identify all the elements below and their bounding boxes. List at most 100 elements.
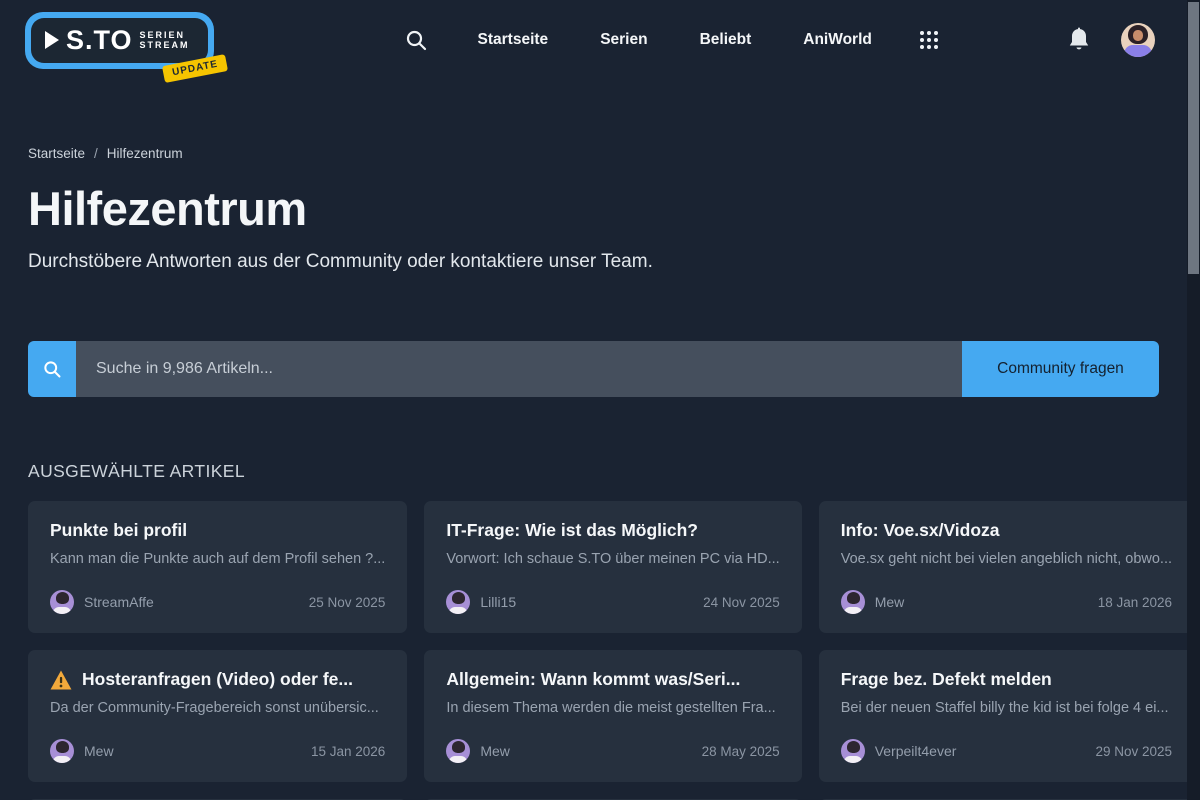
scrollbar-track[interactable] [1187, 0, 1200, 800]
author-avatar-body [449, 756, 467, 763]
article-author: Verpeilt4ever [875, 743, 957, 759]
article-author: StreamAffe [84, 594, 154, 610]
apps-menu-button[interactable] [918, 29, 940, 51]
article-date: 28 May 2025 [702, 744, 780, 759]
author-avatar [446, 590, 470, 614]
logo-subtext: SERIEN STREAM [140, 30, 190, 51]
page-title: Hilfezentrum [28, 181, 1159, 236]
bell-icon [1067, 27, 1091, 53]
warning-icon [50, 670, 72, 690]
article-author: Mew [480, 743, 510, 759]
featured-articles-heading: AUSGEWÄHLTE ARTIKEL [28, 461, 1159, 482]
author-avatar [841, 739, 865, 763]
play-icon [45, 31, 59, 49]
site-logo-inner: S.TO SERIEN STREAM [31, 18, 208, 63]
article-footer: Verpeilt4ever 29 Nov 2025 [841, 739, 1172, 763]
article-card[interactable]: Frage bez. Defekt melden Bei der neuen S… [819, 650, 1194, 782]
logo-text: S.TO [66, 25, 133, 56]
nav-item-aniworld[interactable]: AniWorld [803, 31, 872, 49]
author-avatar-body [844, 756, 862, 763]
nav-item-beliebt[interactable]: Beliebt [700, 31, 752, 49]
avatar-torso [1124, 45, 1152, 57]
article-card[interactable]: Hosteranfragen (Video) oder fe... Da der… [28, 650, 407, 782]
article-excerpt: In diesem Thema werden die meist gestell… [446, 700, 779, 716]
article-date: 24 Nov 2025 [703, 595, 780, 610]
article-title: Punkte bei profil [50, 520, 187, 541]
article-title: Allgemein: Wann kommt was/Seri... [446, 669, 740, 690]
article-title: Hosteranfragen (Video) oder fe... [82, 669, 353, 690]
author-avatar-hair [452, 592, 465, 604]
author-avatar [50, 739, 74, 763]
article-title-row: Punkte bei profil [50, 520, 385, 541]
search-icon-small [42, 359, 62, 379]
breadcrumb-separator: / [94, 146, 98, 161]
help-search-input[interactable] [76, 341, 962, 397]
author-avatar [50, 590, 74, 614]
article-title: IT-Frage: Wie ist das Möglich? [446, 520, 698, 541]
article-title-row: Hosteranfragen (Video) oder fe... [50, 669, 385, 690]
article-card[interactable]: Punkte bei profil Kann man die Punkte au… [28, 501, 407, 633]
notifications-button[interactable] [1067, 27, 1091, 53]
search-icon [404, 28, 428, 52]
articles-grid: Punkte bei profil Kann man die Punkte au… [28, 501, 1159, 800]
article-title-row: Frage bez. Defekt melden [841, 669, 1172, 690]
article-title-row: IT-Frage: Wie ist das Möglich? [446, 520, 779, 541]
author-avatar-body [53, 607, 71, 614]
author-avatar [446, 739, 470, 763]
breadcrumb-hilfezentrum[interactable]: Hilfezentrum [107, 146, 183, 161]
article-footer: Mew 15 Jan 2026 [50, 739, 385, 763]
article-author: Lilli15 [480, 594, 516, 610]
article-card[interactable]: Allgemein: Wann kommt was/Seri... In die… [424, 650, 801, 782]
help-search-bar: Community fragen [28, 341, 1159, 397]
article-title-row: Allgemein: Wann kommt was/Seri... [446, 669, 779, 690]
apps-grid-icon [918, 29, 940, 51]
avatar-face [1133, 30, 1143, 41]
article-excerpt: Voe.sx geht nicht bei vielen angeblich n… [841, 551, 1172, 567]
author-avatar [841, 590, 865, 614]
article-title: Info: Voe.sx/Vidoza [841, 520, 1000, 541]
main-content: Startseite / Hilfezentrum Hilfezentrum D… [0, 146, 1187, 800]
user-avatar[interactable] [1121, 23, 1155, 57]
article-author: Mew [875, 594, 905, 610]
article-date: 15 Jan 2026 [311, 744, 385, 759]
author-avatar-hair [847, 741, 860, 753]
article-excerpt: Da der Community-Fragebereich sonst unüb… [50, 700, 385, 716]
author-avatar-body [53, 756, 71, 763]
logo-subtext-line2: STREAM [140, 40, 190, 50]
article-excerpt: Bei der neuen Staffel billy the kid ist … [841, 700, 1172, 716]
logo-subtext-line1: SERIEN [140, 30, 190, 40]
nav-item-serien[interactable]: Serien [600, 31, 647, 49]
main-nav: Startseite Serien Beliebt AniWorld [478, 31, 872, 49]
top-navbar: S.TO SERIEN STREAM UPDATE Startseite Seri… [0, 0, 1200, 80]
search-button[interactable] [404, 28, 428, 52]
header-right-group [1067, 23, 1170, 57]
article-date: 29 Nov 2025 [1095, 744, 1172, 759]
breadcrumb: Startseite / Hilfezentrum [28, 146, 1159, 161]
article-footer: Lilli15 24 Nov 2025 [446, 590, 779, 614]
search-icon-box[interactable] [28, 341, 76, 397]
author-avatar-body [449, 607, 467, 614]
nav-item-startseite[interactable]: Startseite [478, 31, 549, 49]
article-date: 18 Jan 2026 [1098, 595, 1172, 610]
article-card[interactable]: IT-Frage: Wie ist das Möglich? Vorwort: … [424, 501, 801, 633]
article-footer: Mew 18 Jan 2026 [841, 590, 1172, 614]
article-title-row: Info: Voe.sx/Vidoza [841, 520, 1172, 541]
ask-community-button[interactable]: Community fragen [962, 341, 1159, 397]
author-avatar-hair [56, 741, 69, 753]
article-excerpt: Kann man die Punkte auch auf dem Profil … [50, 551, 385, 567]
author-avatar-hair [452, 741, 465, 753]
article-excerpt: Vorwort: Ich schaue S.TO über meinen PC … [446, 551, 779, 567]
page-subtitle: Durchstöbere Antworten aus der Community… [28, 251, 1159, 273]
scrollbar-thumb[interactable] [1188, 2, 1199, 274]
article-footer: StreamAffe 25 Nov 2025 [50, 590, 385, 614]
article-card[interactable]: Info: Voe.sx/Vidoza Voe.sx geht nicht be… [819, 501, 1194, 633]
article-title: Frage bez. Defekt melden [841, 669, 1052, 690]
article-author: Mew [84, 743, 114, 759]
author-avatar-hair [847, 592, 860, 604]
author-avatar-hair [56, 592, 69, 604]
site-logo[interactable]: S.TO SERIEN STREAM UPDATE [25, 12, 214, 69]
author-avatar-body [844, 607, 862, 614]
article-date: 25 Nov 2025 [309, 595, 386, 610]
article-footer: Mew 28 May 2025 [446, 739, 779, 763]
breadcrumb-startseite[interactable]: Startseite [28, 146, 85, 161]
